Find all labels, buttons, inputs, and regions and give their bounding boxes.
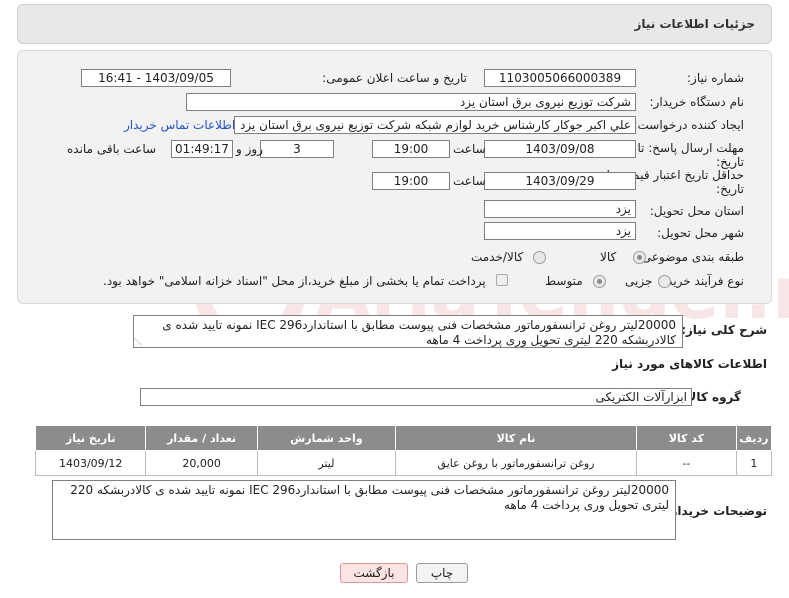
payment-note: پرداخت تمام یا بخشی از مبلغ خرید،از محل … xyxy=(103,274,486,288)
deadline-label-date: تاریخ: xyxy=(716,155,744,169)
category-goods-service-label: کالا/خدمت xyxy=(471,250,524,264)
announce-date-field[interactable]: 1403/09/05 - 16:41 xyxy=(81,69,231,87)
cell-code: -- xyxy=(636,450,737,476)
cell-qty: 20,000 xyxy=(145,450,258,476)
print-button[interactable]: چاپ xyxy=(416,563,468,583)
header-panel: جزئیات اطلاعات نیاز xyxy=(17,4,772,44)
col-unit-header: واحد شمارش xyxy=(256,425,396,451)
back-button[interactable]: بازگشت xyxy=(340,563,408,583)
category-goods-service-radio[interactable] xyxy=(533,251,546,264)
category-goods-radio[interactable] xyxy=(633,251,646,264)
validity-label-date: تاریخ: xyxy=(716,182,744,196)
resize-handle[interactable] xyxy=(133,337,150,345)
buyer-field[interactable]: شرکت توزیع نیروی برق استان یزد xyxy=(186,93,636,111)
deadline-date-field[interactable]: 1403/09/08 xyxy=(484,140,636,158)
need-number-label: شماره نیاز: xyxy=(687,71,744,85)
remaining-label: ساعت باقی مانده xyxy=(67,142,157,156)
goods-info-title: اطلاعات کالاهای مورد نیاز xyxy=(612,357,767,371)
payment-checkbox[interactable] xyxy=(496,274,508,286)
province-field[interactable]: یزد xyxy=(484,200,636,218)
cell-row: 1 xyxy=(735,450,773,476)
requester-field[interactable]: علي اکبر جوکار کارشناس خرید لوازم شبکه ش… xyxy=(234,116,636,134)
category-goods-label: کالا xyxy=(600,250,617,264)
items-table: ردیف کد کالا نام کالا واحد شمارش تعداد /… xyxy=(34,425,773,476)
city-label: شهر محل تحویل: xyxy=(657,226,744,240)
description-label: شرح کلی نیاز: xyxy=(681,323,767,337)
buyer-notes-textarea[interactable]: 20000لیتر روغن ترانسفورماتور مشخصات فنی … xyxy=(52,480,676,540)
deadline-time-field[interactable]: 19:00 xyxy=(372,140,450,158)
cell-date: 1403/09/12 xyxy=(34,450,147,476)
table-header-row: ردیف کد کالا نام کالا واحد شمارش تعداد /… xyxy=(34,425,773,451)
description-text: 20000لیتر روغن ترانسفورماتور مشخصات فنی … xyxy=(162,318,676,347)
col-row-header: ردیف xyxy=(735,425,773,451)
cell-unit: لیتر xyxy=(256,450,396,476)
remaining-time-field[interactable]: 01:49:17 xyxy=(171,140,233,158)
goods-group-field[interactable]: ابزارآلات الکتریکی xyxy=(140,388,692,406)
col-name-header: نام کالا xyxy=(394,425,638,451)
col-code-header: کد کالا xyxy=(636,425,737,451)
requester-label: ایجاد کننده درخواست: xyxy=(633,118,744,132)
category-label: طبقه بندی موضوعی: xyxy=(637,250,744,264)
page-title: جزئیات اطلاعات نیاز xyxy=(634,17,755,31)
days-label: روز و xyxy=(236,142,263,156)
table-row[interactable]: 1 -- روغن ترانسفورماتور با روغن عایق لیت… xyxy=(34,450,773,476)
process-partial-label: جزیی xyxy=(625,274,653,288)
remaining-days-field[interactable]: 3 xyxy=(260,140,334,158)
buyer-label: نام دستگاه خریدار: xyxy=(649,95,745,109)
buyer-notes-text: 20000لیتر روغن ترانسفورماتور مشخصات فنی … xyxy=(70,483,669,512)
process-label: نوع فرآیند خرید : xyxy=(659,274,744,288)
col-date-header: تاریخ نیاز xyxy=(34,425,147,451)
province-label: استان محل تحویل: xyxy=(649,204,744,218)
validity-time-field[interactable]: 19:00 xyxy=(372,172,450,190)
process-medium-radio[interactable] xyxy=(593,275,606,288)
contact-info-link[interactable]: اطلاعات تماس خریدار xyxy=(124,118,235,132)
city-field[interactable]: یزد xyxy=(484,222,636,240)
description-textarea[interactable]: 20000لیتر روغن ترانسفورماتور مشخصات فنی … xyxy=(133,315,683,348)
buyer-notes-label: توضیحات خریدار: xyxy=(665,504,767,518)
validity-date-field[interactable]: 1403/09/29 xyxy=(484,172,636,190)
deadline-hour-label: ساعت xyxy=(453,142,486,156)
deadline-label: مهلت ارسال پاسخ: تا xyxy=(637,141,744,155)
announce-date-label: تاریخ و ساعت اعلان عمومی: xyxy=(322,71,467,85)
process-medium-label: متوسط xyxy=(545,274,583,288)
process-partial-radio[interactable] xyxy=(658,275,671,288)
col-qty-header: تعداد / مقدار xyxy=(145,425,258,451)
need-number-field[interactable]: 1103005066000389 xyxy=(484,69,636,87)
validity-hour-label: ساعت xyxy=(453,174,486,188)
cell-name: روغن ترانسفورماتور با روغن عایق xyxy=(394,450,638,476)
